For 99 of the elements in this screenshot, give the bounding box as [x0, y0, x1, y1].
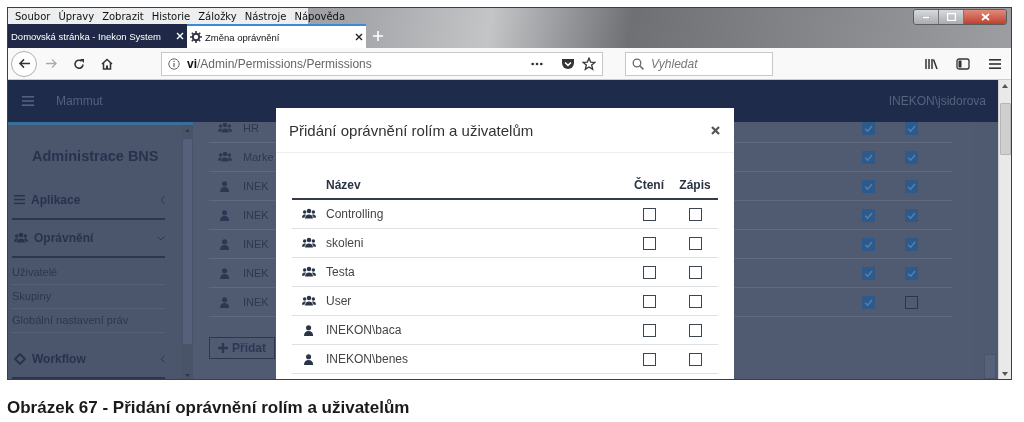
checkbox[interactable] — [642, 207, 656, 221]
menu-item[interactable]: Historie — [147, 10, 195, 22]
chevron-left-icon — [160, 355, 165, 363]
column-header: Čtení — [633, 177, 665, 192]
forward-arrow-icon — [44, 58, 58, 69]
checkbox[interactable] — [642, 352, 656, 366]
table-cell-text: Controlling — [326, 207, 385, 221]
browser-tab[interactable]: Změna oprávnění — [187, 24, 366, 48]
checkbox[interactable] — [862, 179, 875, 193]
info-icon — [168, 57, 180, 70]
diamond-icon — [14, 353, 26, 365]
users-icon — [302, 208, 316, 220]
menu-item[interactable]: Úpravy — [54, 10, 99, 22]
checkbox[interactable] — [862, 266, 875, 280]
column-header: Název — [326, 177, 362, 192]
user-icon — [220, 209, 230, 221]
users-icon — [302, 295, 316, 307]
more-icon[interactable] — [531, 61, 543, 66]
maximize-button[interactable] — [938, 10, 963, 24]
maximize-icon — [946, 13, 956, 21]
menu-item[interactable]: Nástroje — [240, 10, 291, 22]
checkbox[interactable] — [905, 208, 918, 222]
checkbox[interactable] — [688, 207, 702, 221]
table-cell-text: skoleni — [326, 236, 365, 250]
dialog-title: Přidání oprávnění rolím a uživatelům — [289, 121, 535, 139]
scroll-down-icon — [1002, 371, 1008, 376]
search-field[interactable]: Vyhledat — [625, 51, 773, 76]
user-icon — [304, 353, 314, 365]
menu-item[interactable]: Nápověda — [290, 10, 350, 22]
browser-tab[interactable]: Domovská stránka - Inekon System — [8, 24, 187, 48]
table-cell-text: INEKON\benes — [326, 352, 410, 366]
scroll-thumb[interactable] — [999, 103, 1011, 155]
minimize-icon — [922, 15, 930, 19]
checkbox[interactable] — [862, 122, 875, 135]
checkbox[interactable] — [862, 208, 875, 222]
figure-caption: Obrázek 67 - Přidání oprávnění rolím a uživatelům — [7, 398, 410, 417]
star-icon[interactable] — [582, 56, 596, 71]
checkbox[interactable] — [642, 294, 656, 308]
checkbox[interactable] — [905, 122, 918, 135]
scrollbar[interactable] — [998, 80, 1011, 379]
menu-icon — [989, 58, 1001, 69]
checkbox[interactable] — [905, 266, 918, 280]
menu-icon — [22, 96, 34, 106]
scroll-up-icon — [1002, 83, 1008, 88]
user-icon — [220, 238, 230, 250]
pocket-icon[interactable] — [561, 57, 575, 70]
checkbox[interactable] — [905, 295, 918, 309]
table-cell-text: INEKON\baca — [326, 323, 403, 337]
checkbox[interactable] — [688, 236, 702, 250]
list-icon — [14, 195, 25, 205]
users-icon — [218, 122, 232, 134]
checkbox[interactable] — [905, 237, 918, 251]
scroll-up-icon — [184, 128, 190, 132]
checkbox[interactable] — [688, 265, 702, 279]
scrollbar[interactable] — [181, 125, 193, 379]
menu-item[interactable]: Soubor — [11, 10, 55, 22]
chevron-down-icon — [157, 235, 165, 241]
home-icon — [101, 57, 113, 70]
table-cell-text: User — [326, 294, 353, 308]
close-button[interactable] — [963, 10, 1006, 24]
menu-item[interactable]: Záložky — [194, 10, 241, 22]
users-icon — [14, 232, 28, 244]
url-text: vi/Admin/Permissions/Permissions — [187, 56, 373, 71]
back-button[interactable] — [11, 50, 37, 77]
checkbox[interactable] — [688, 352, 702, 366]
back-arrow-icon — [17, 58, 31, 69]
user-icon — [220, 296, 230, 308]
address-bar[interactable]: vi/Admin/Permissions/Permissions — [161, 51, 603, 76]
library-icon — [924, 57, 938, 70]
sidebar-icon — [956, 57, 970, 70]
checkbox[interactable] — [862, 295, 875, 309]
chevron-left-icon — [160, 196, 165, 204]
close-icon — [980, 13, 990, 21]
users-icon — [218, 151, 232, 163]
close-icon[interactable] — [355, 33, 363, 41]
scroll-thumb[interactable] — [984, 354, 996, 379]
users-icon — [302, 237, 316, 249]
table-cell-text: Testa — [326, 265, 356, 279]
checkbox[interactable] — [905, 150, 918, 164]
search-icon — [632, 57, 644, 70]
checkbox[interactable] — [642, 323, 656, 337]
plus-icon — [218, 343, 228, 353]
user-icon — [304, 324, 314, 336]
checkbox[interactable] — [862, 150, 875, 164]
close-icon[interactable] — [711, 125, 720, 135]
checkbox[interactable] — [688, 323, 702, 337]
checkbox[interactable] — [862, 237, 875, 251]
checkbox[interactable] — [905, 179, 918, 193]
checkbox[interactable] — [688, 294, 702, 308]
checkbox[interactable] — [642, 236, 656, 250]
scroll-down-icon — [184, 373, 190, 377]
user-icon — [220, 267, 230, 279]
gear-icon — [190, 31, 202, 43]
reload-icon — [73, 57, 85, 70]
column-header: Zápis — [678, 177, 712, 192]
menu-item[interactable]: Zobrazit — [98, 10, 148, 22]
users-icon — [302, 266, 316, 278]
user-icon — [220, 180, 230, 192]
checkbox[interactable] — [642, 265, 656, 279]
